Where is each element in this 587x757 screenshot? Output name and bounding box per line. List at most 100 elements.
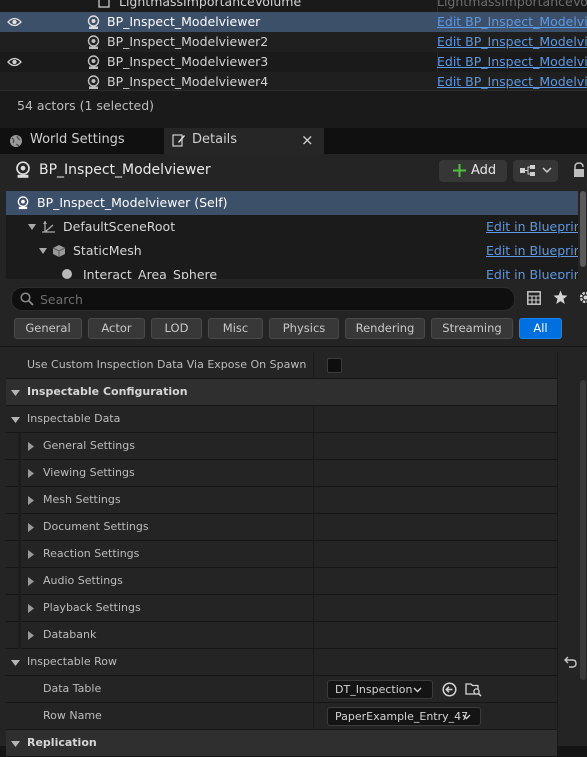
filter-all[interactable]: All — [519, 318, 562, 339]
scene-root-icon — [41, 220, 57, 234]
column-splitter[interactable] — [313, 568, 314, 595]
filter-lod[interactable]: LOD — [151, 318, 202, 339]
edit-blueprint-link[interactable]: Edit BP_Inspect_Modelviewer — [437, 34, 587, 49]
indent-gutter — [18, 622, 21, 649]
collapsed-arrow-icon[interactable] — [28, 442, 34, 451]
column-splitter[interactable] — [313, 541, 314, 568]
column-splitter[interactable] — [313, 622, 314, 649]
property-label: Databank — [43, 628, 96, 641]
hierarchy-view-button[interactable] — [513, 160, 558, 182]
add-label: Add — [471, 163, 496, 178]
column-splitter[interactable] — [313, 433, 314, 460]
edit-in-blueprint-link[interactable]: Edit in Blueprint — [486, 267, 578, 279]
category-header[interactable]: Inspectable Configuration — [6, 379, 557, 406]
collapsed-arrow-icon[interactable] — [28, 577, 34, 586]
component-row[interactable]: Interact_Area_Sphere Edit in Blueprint — [6, 263, 578, 279]
collapsed-arrow-icon[interactable] — [28, 550, 34, 559]
struct-row[interactable]: Audio Settings — [6, 568, 557, 595]
property-group-row[interactable]: Inspectable Row — [6, 649, 557, 676]
filter-physics[interactable]: Physics — [269, 318, 339, 339]
property-list: Use Custom Inspection Data Via Expose On… — [6, 351, 557, 746]
property-label: Mesh Settings — [43, 493, 121, 506]
component-row[interactable]: DefaultSceneRoot Edit in Blueprint — [6, 215, 578, 239]
filter-misc[interactable]: Misc — [208, 318, 263, 339]
search-input[interactable] — [38, 290, 502, 308]
column-splitter[interactable] — [313, 676, 314, 703]
struct-row[interactable]: Reaction Settings — [6, 541, 557, 568]
column-splitter[interactable] — [313, 514, 314, 541]
outliner-row[interactable]: BP_Inspect_Modelviewer3 Edit BP_Inspect_… — [0, 52, 587, 72]
property-matrix-icon[interactable] — [527, 291, 541, 305]
row-name-picker[interactable]: PaperExample_Entry_47 — [327, 707, 481, 726]
collapsed-arrow-icon[interactable] — [28, 469, 34, 478]
lock-icon[interactable] — [571, 162, 587, 178]
collapsed-arrow-icon[interactable] — [28, 523, 34, 532]
expand-arrow-icon[interactable] — [11, 741, 20, 747]
expand-arrow-icon[interactable] — [11, 417, 20, 423]
property-label: Row Name — [43, 709, 102, 722]
collapsed-arrow-icon[interactable] — [28, 631, 34, 640]
close-icon[interactable]: × — [301, 131, 314, 149]
outliner-row-selected[interactable]: BP_Inspect_Modelviewer Edit BP_Inspect_M… — [0, 12, 587, 32]
collapsed-arrow-icon[interactable] — [28, 604, 34, 613]
outliner-row[interactable]: BP_Inspect_Modelviewer2 Edit BP_Inspect_… — [0, 32, 587, 52]
star-icon[interactable] — [553, 290, 568, 305]
expand-arrow-icon[interactable] — [39, 248, 47, 254]
edit-blueprint-link[interactable]: Edit BP_Inspect_Modelviewer — [437, 74, 587, 89]
edit-in-blueprint-link[interactable]: Edit in Blueprint — [486, 219, 578, 234]
indent-gutter — [18, 541, 21, 568]
property-label: Document Settings — [43, 520, 149, 533]
add-component-button[interactable]: Add — [439, 160, 507, 182]
struct-row[interactable]: Playback Settings — [6, 595, 557, 622]
edit-blueprint-link[interactable]: Edit BP_Inspect_Modelviewer — [437, 14, 587, 29]
use-selected-asset-icon[interactable] — [442, 682, 457, 697]
components-scrollbar[interactable] — [580, 191, 586, 267]
column-splitter[interactable] — [313, 487, 314, 514]
actor-count: 54 actors (1 selected) — [17, 98, 154, 113]
gear-icon[interactable] — [578, 290, 587, 305]
browse-asset-icon[interactable] — [465, 682, 482, 697]
category-header[interactable]: Replication — [6, 730, 557, 757]
component-row[interactable]: StaticMesh Edit in Blueprint — [6, 239, 578, 263]
struct-row[interactable]: Databank — [6, 622, 557, 649]
checkbox[interactable] — [327, 358, 342, 373]
property-label: Data Table — [43, 682, 101, 695]
expand-arrow-icon[interactable] — [28, 224, 36, 230]
column-splitter[interactable] — [313, 595, 314, 622]
component-label: StaticMesh — [73, 243, 142, 258]
blueprint-actor-icon — [16, 196, 30, 210]
reset-to-default-icon[interactable] — [564, 656, 577, 668]
filter-rendering[interactable]: Rendering — [345, 318, 425, 339]
filter-general[interactable]: General — [14, 318, 82, 339]
search-icon — [20, 292, 34, 306]
tab-label: World Settings — [30, 132, 125, 147]
edit-blueprint-link[interactable]: Edit BP_Inspect_Modelviewer — [437, 54, 587, 69]
data-table-picker[interactable]: DT_Inspection — [327, 680, 433, 699]
filter-actor[interactable]: Actor — [88, 318, 145, 339]
struct-row[interactable]: Document Settings — [6, 514, 557, 541]
outliner-row[interactable]: BP_Inspect_Modelviewer4 Edit BP_Inspect_… — [0, 72, 587, 90]
expand-arrow-icon[interactable] — [11, 390, 20, 396]
property-row: Data Table DT_Inspection — [6, 676, 557, 703]
picker-value: PaperExample_Entry_47 — [335, 710, 468, 723]
eye-icon[interactable] — [7, 56, 22, 68]
details-scrollbar[interactable] — [580, 380, 586, 680]
column-splitter[interactable] — [313, 703, 314, 730]
struct-row[interactable]: Mesh Settings — [6, 487, 557, 514]
collapsed-arrow-icon[interactable] — [28, 496, 34, 505]
expand-arrow-icon[interactable] — [11, 660, 20, 666]
column-splitter[interactable] — [313, 352, 314, 379]
column-splitter[interactable] — [313, 649, 314, 676]
outliner-row[interactable]: LightmassImportanceVolume LightmassImpor… — [0, 0, 587, 12]
struct-row[interactable]: General Settings — [6, 433, 557, 460]
tab-details[interactable]: Details × — [164, 128, 324, 154]
column-splitter[interactable] — [313, 460, 314, 487]
tab-world-settings[interactable]: World Settings — [0, 128, 160, 154]
column-splitter[interactable] — [313, 406, 314, 433]
component-row-self[interactable]: BP_Inspect_Modelviewer (Self) — [6, 191, 578, 215]
edit-in-blueprint-link[interactable]: Edit in Blueprint — [486, 243, 578, 258]
filter-streaming[interactable]: Streaming — [431, 318, 513, 339]
struct-row[interactable]: Viewing Settings — [6, 460, 557, 487]
property-group-row[interactable]: Inspectable Data — [6, 406, 557, 433]
eye-icon[interactable] — [7, 16, 22, 28]
